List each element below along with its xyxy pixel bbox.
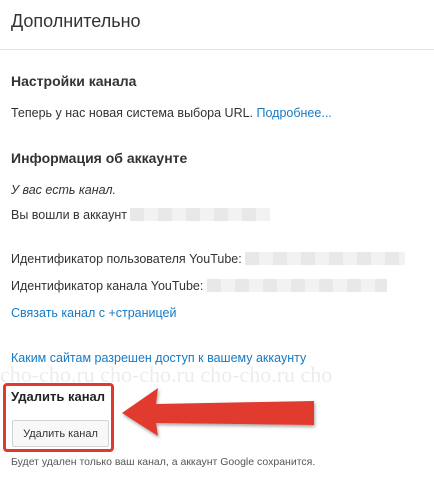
channel-id-label: Идентификатор канала YouTube: — [11, 279, 204, 293]
delete-channel-title: Удалить канал — [11, 389, 106, 404]
user-id-label: Идентификатор пользователя YouTube: — [11, 252, 242, 266]
redacted-channel-id — [206, 279, 387, 292]
has-channel-text: У вас есть канал. — [11, 183, 116, 197]
url-system-text: Теперь у нас новая система выбора URL. П… — [11, 106, 332, 120]
learn-more-link[interactable]: Подробнее... — [257, 106, 332, 120]
account-info-title: Информация об аккаунте — [11, 150, 188, 166]
page-header: Дополнительно — [0, 0, 434, 50]
advanced-settings-page: Дополнительно Настройки канала Теперь у … — [0, 0, 434, 479]
redacted-account — [130, 208, 271, 221]
user-id-row: Идентификатор пользователя YouTube: — [11, 252, 406, 266]
left-arrow-icon — [122, 388, 314, 436]
site-access-link[interactable]: Каким сайтам разрешен доступ к вашему ак… — [11, 351, 306, 365]
delete-channel-button[interactable]: Удалить канал — [12, 420, 109, 447]
url-system-message: Теперь у нас новая система выбора URL. — [11, 106, 254, 120]
logged-in-label: Вы вошли в аккаунт — [11, 208, 127, 222]
channel-settings-title: Настройки канала — [11, 73, 137, 89]
logged-in-row: Вы вошли в аккаунт — [11, 208, 271, 222]
page-title: Дополнительно — [11, 11, 141, 31]
redacted-user-id — [245, 252, 406, 265]
delete-channel-note: Будет удален только ваш канал, а аккаунт… — [11, 456, 316, 468]
channel-id-row: Идентификатор канала YouTube: — [11, 279, 387, 293]
link-plus-page-link[interactable]: Связать канал с +страницей — [11, 306, 176, 320]
